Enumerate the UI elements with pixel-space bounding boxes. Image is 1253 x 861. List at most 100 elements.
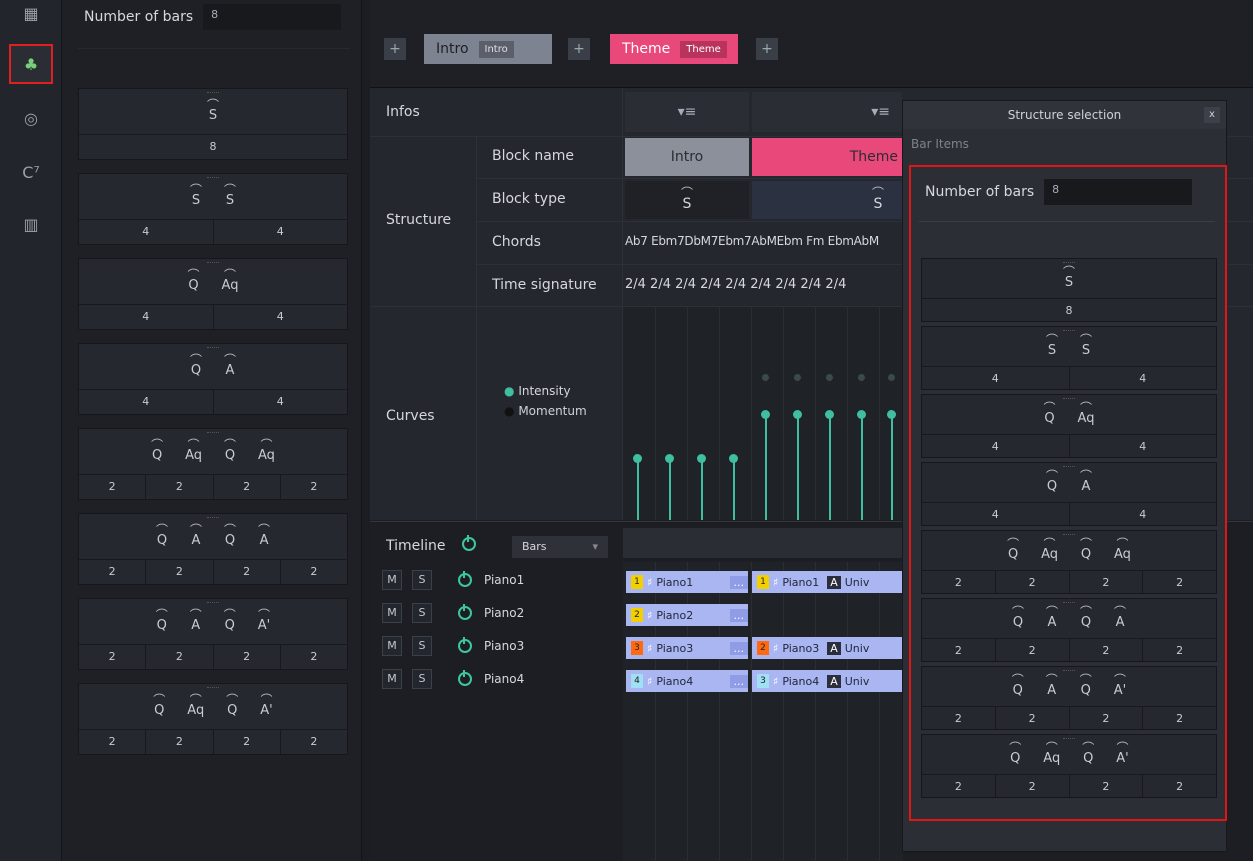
time-sig-label: Time signature xyxy=(492,277,597,293)
mute-button[interactable]: M xyxy=(382,603,402,623)
structure-card[interactable]: QA44 xyxy=(78,343,348,415)
mute-button[interactable]: M xyxy=(382,570,402,590)
intensity-point[interactable] xyxy=(857,410,866,419)
highlight-box xyxy=(909,165,1227,821)
intro-block-name-field[interactable]: Intro xyxy=(478,40,514,58)
track-name: Piano4 xyxy=(484,672,525,686)
midi-clip[interactable]: 4 ♯ Piano4... xyxy=(626,670,748,692)
momentum-point[interactable] xyxy=(858,374,865,381)
solo-button[interactable]: S xyxy=(412,669,432,689)
intensity-point[interactable] xyxy=(887,410,896,419)
structure-card[interactable]: SS44 xyxy=(78,173,348,245)
clip-more-button[interactable]: ... xyxy=(729,608,748,622)
structure-icon[interactable]: ♣ xyxy=(9,44,53,84)
clip-more-button[interactable]: ... xyxy=(729,575,748,589)
intro-name-cell[interactable]: Intro xyxy=(625,138,749,176)
clip-number: 3 xyxy=(757,674,769,688)
intensity-point[interactable] xyxy=(633,454,642,463)
clip-name: Piano3 xyxy=(656,641,694,655)
momentum-point[interactable] xyxy=(888,374,895,381)
intensity-point[interactable] xyxy=(697,454,706,463)
midi-clip[interactable]: 1 ♯ Piano1 A Univ xyxy=(752,571,902,593)
clip-more-button[interactable]: ... xyxy=(729,641,748,655)
mute-button[interactable]: M xyxy=(382,636,402,656)
intro-type-cell[interactable]: S xyxy=(625,181,749,219)
intensity-option[interactable]: ● Intensity xyxy=(504,384,571,398)
midi-clip[interactable]: 2 ♯ Piano2... xyxy=(626,604,748,626)
dialog-header: Structure selection x xyxy=(903,101,1226,129)
close-button[interactable]: x xyxy=(1204,107,1220,123)
add-block-button[interactable]: + xyxy=(568,38,590,60)
intensity-point[interactable] xyxy=(729,454,738,463)
card-symbols: QA xyxy=(79,344,347,390)
structure-card[interactable]: S8 xyxy=(78,88,348,160)
intro-block[interactable]: Intro Intro xyxy=(424,34,552,64)
clip-tag: A xyxy=(827,674,841,688)
timeline-power-icon[interactable] xyxy=(462,535,476,551)
timeline-mode-select[interactable]: Bars ▾ xyxy=(512,536,608,558)
clip-number: 2 xyxy=(631,608,643,622)
add-block-button[interactable]: + xyxy=(384,38,406,60)
mute-button[interactable]: M xyxy=(382,669,402,689)
card-count: 2 xyxy=(310,650,318,663)
structure-card[interactable]: QAq44 xyxy=(78,258,348,330)
solo-button[interactable]: S xyxy=(412,570,432,590)
track-name: Piano2 xyxy=(484,606,525,620)
intensity-point[interactable] xyxy=(825,410,834,419)
left-rail: ▦ ♣ ◎ C⁷ ▥ xyxy=(0,0,62,861)
clip-more-button[interactable]: ... xyxy=(729,674,748,688)
solo-button[interactable]: S xyxy=(412,636,432,656)
midi-clip[interactable]: 2 ♯ Piano3 A Univ xyxy=(752,637,902,659)
card-counts: 8 xyxy=(79,135,347,159)
timeline-ruler[interactable] xyxy=(623,528,903,558)
structure-card[interactable]: QAQA'2222 xyxy=(78,598,348,670)
chord-icon[interactable]: C⁷ xyxy=(9,152,53,192)
track-power-icon[interactable] xyxy=(458,637,472,653)
clip-name: Piano1 xyxy=(782,575,820,589)
momentum-point[interactable] xyxy=(762,374,769,381)
card-count: 2 xyxy=(79,560,147,584)
midi-clip[interactable]: 1 ♯ Piano1... xyxy=(626,571,748,593)
card-count: 2 xyxy=(146,475,214,499)
menu-icon[interactable]: ▾≡ xyxy=(625,92,749,132)
curve-grid-line xyxy=(783,307,784,520)
intensity-stem xyxy=(861,415,863,520)
structure-card[interactable]: QAQA2222 xyxy=(78,513,348,585)
card-symbol: Q xyxy=(224,441,236,462)
num-bars-field[interactable]: 8 xyxy=(203,4,342,30)
intensity-point[interactable] xyxy=(793,410,802,419)
track-power-icon[interactable] xyxy=(458,604,472,620)
theme-type-cell[interactable]: S xyxy=(752,181,902,219)
theme-block[interactable]: Theme Theme xyxy=(610,34,738,64)
theme-block-name-field[interactable]: Theme xyxy=(680,40,727,58)
clip-name: Piano2 xyxy=(656,608,694,622)
sharp-icon: ♯ xyxy=(647,641,653,655)
momentum-point[interactable] xyxy=(826,374,833,381)
midi-clip[interactable]: 3 ♯ Piano4 A Univ xyxy=(752,670,902,692)
piano-icon[interactable]: ▥ xyxy=(9,204,53,244)
structure-card[interactable]: QAqQA'2222 xyxy=(78,683,348,755)
card-symbol: A' xyxy=(260,696,272,717)
momentum-option[interactable]: ● Momentum xyxy=(504,404,587,418)
solo-button[interactable]: S xyxy=(412,603,432,623)
intensity-point[interactable] xyxy=(761,410,770,419)
track-power-icon[interactable] xyxy=(458,670,472,686)
structure-card[interactable]: QAqQAq2222 xyxy=(78,428,348,500)
card-count: 2 xyxy=(146,730,214,754)
track-power-icon[interactable] xyxy=(458,571,472,587)
lane-grid-line xyxy=(815,562,816,861)
sharp-icon: ♯ xyxy=(647,575,653,589)
add-block-button[interactable]: + xyxy=(756,38,778,60)
midi-clip[interactable]: 3 ♯ Piano3... xyxy=(626,637,748,659)
card-count: 2 xyxy=(214,645,281,669)
clip-extra: Univ xyxy=(844,674,870,688)
card-symbol: Q xyxy=(224,526,236,547)
wheel-icon[interactable]: ◎ xyxy=(9,98,53,138)
theme-name-cell[interactable]: Theme xyxy=(752,138,902,176)
menu-icon[interactable]: ▾≡ xyxy=(752,92,902,132)
curve-grid-line xyxy=(751,307,752,520)
momentum-point[interactable] xyxy=(794,374,801,381)
intensity-point[interactable] xyxy=(665,454,674,463)
curve-area[interactable] xyxy=(623,307,903,520)
grid-icon[interactable]: ▦ xyxy=(9,0,53,26)
